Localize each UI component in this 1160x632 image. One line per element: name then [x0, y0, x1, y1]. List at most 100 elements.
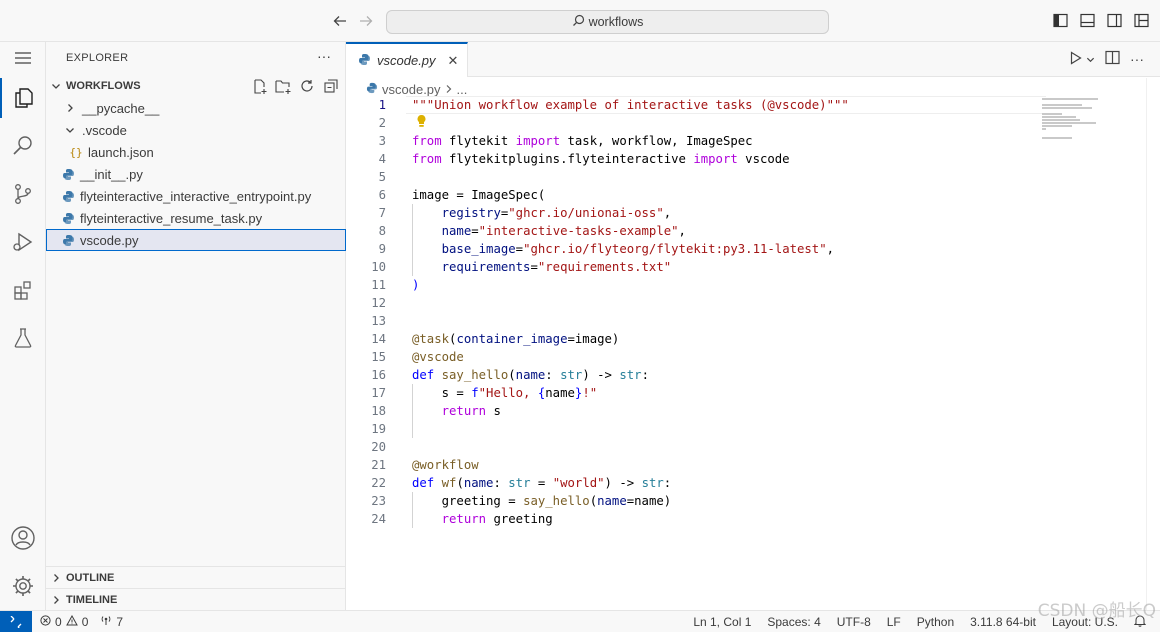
ports-indicator[interactable]: 7 [100, 614, 123, 629]
chevron-down-icon [62, 122, 78, 138]
workspace-title: WORKFLOWS [66, 80, 141, 92]
code-line: 21 @workflow [371, 458, 479, 472]
warning-count: 0 [81, 614, 89, 629]
tab-bar: vscode.py ✕ ··· [346, 42, 1160, 77]
code-line: 7 registry="ghcr.io/unionai-oss", [378, 206, 672, 220]
line-ending[interactable]: LF [887, 615, 901, 629]
explorer-icon[interactable] [0, 78, 46, 118]
testing-icon[interactable] [0, 318, 46, 358]
tab-vscode-py[interactable]: vscode.py ✕ [346, 42, 468, 77]
tree-item-launch-json[interactable]: {} launch.json [46, 141, 346, 163]
code-line: 20 [371, 440, 386, 454]
code-line: 10 requirements="requirements.txt" [371, 260, 672, 274]
code-line: 6 image = ImageSpec( [378, 188, 546, 202]
code-line: 18 return s [371, 404, 501, 418]
tree-item-label: vscode.py [80, 232, 139, 248]
toggle-panel-icon[interactable] [1079, 12, 1096, 29]
workspace-actions [250, 75, 340, 97]
code-line: 17 s = f"Hello, {name}!" [371, 386, 598, 400]
code-line: 8 name="interactive-tasks-example", [378, 224, 686, 238]
explorer-title: EXPLORER [66, 52, 129, 64]
python-file-icon [60, 210, 76, 226]
more-actions-icon[interactable]: ··· [1130, 51, 1144, 67]
tree-item-label: .vscode [82, 122, 127, 138]
editor-area: vscode.py ✕ ··· vscode.py ... 1 """Union … [346, 42, 1160, 610]
timeline-title: TIMELINE [66, 594, 118, 606]
python-file-icon [60, 166, 76, 182]
command-center[interactable]: workflows [386, 10, 829, 34]
run-debug-icon[interactable] [0, 222, 46, 262]
toggle-primary-sidebar-icon[interactable] [1052, 12, 1069, 29]
tree-item-vscode-folder[interactable]: .vscode [46, 119, 346, 141]
code-line: 11) [371, 278, 420, 292]
lightbulb-icon[interactable] [416, 114, 427, 133]
python-file-icon [60, 188, 76, 204]
search-view-icon[interactable] [0, 126, 46, 166]
remote-indicator-icon[interactable] [0, 610, 32, 632]
broadcast-icon [100, 614, 112, 629]
new-file-icon[interactable] [250, 77, 268, 95]
python-file-icon [60, 232, 76, 248]
indentation[interactable]: Spaces: 4 [767, 615, 820, 629]
collapse-all-icon[interactable] [322, 77, 340, 95]
layout-controls [1052, 12, 1150, 29]
back-arrow-icon[interactable] [330, 11, 350, 31]
tree-item-label: __init__.py [80, 166, 143, 182]
tree-item-vscode-py[interactable]: vscode.py [46, 229, 346, 251]
python-interpreter[interactable]: 3.11.8 64-bit [970, 615, 1036, 629]
code-line: 19 [371, 422, 386, 436]
chevron-down-icon[interactable] [1086, 52, 1095, 67]
json-file-icon: {} [69, 145, 83, 159]
forward-arrow-icon[interactable] [356, 11, 376, 31]
chevron-right-icon [46, 573, 66, 583]
tree-item-init-py[interactable]: __init__.py [46, 163, 346, 185]
explorer-more-actions[interactable]: ··· [317, 48, 331, 64]
tree-item-entrypoint-py[interactable]: flyteinteractive_interactive_entrypoint.… [46, 185, 346, 207]
chevron-right-icon [46, 595, 66, 605]
tree-item-resume-task-py[interactable]: flyteinteractive_resume_task.py [46, 207, 346, 229]
tree-item-label: flyteinteractive_interactive_entrypoint.… [80, 188, 312, 204]
encoding[interactable]: UTF-8 [837, 615, 871, 629]
tree-item-label: flyteinteractive_resume_task.py [80, 210, 263, 226]
code-line: 14 @task(container_image=image) [371, 332, 620, 346]
accounts-icon[interactable] [0, 518, 46, 558]
problems-indicator[interactable]: 0 0 [40, 614, 89, 629]
language-mode[interactable]: Python [917, 615, 954, 629]
customize-layout-icon[interactable] [1133, 12, 1150, 29]
warning-icon [65, 614, 78, 629]
workspace-section-header[interactable]: WORKFLOWS [46, 75, 346, 97]
toggle-secondary-sidebar-icon[interactable] [1106, 12, 1123, 29]
split-editor-icon[interactable] [1105, 50, 1120, 68]
close-icon[interactable]: ✕ [448, 53, 459, 69]
python-file-icon [366, 82, 378, 97]
code-line: 1 """Union workflow example of interactiv… [378, 98, 849, 112]
tree-item-label: __pycache__ [82, 100, 160, 116]
source-control-icon[interactable] [0, 174, 46, 214]
title-bar: workflows [0, 0, 1160, 42]
tree-item-pycache[interactable]: __pycache__ [46, 97, 346, 119]
code-line: 23 greeting = say_hello(name=name) [371, 494, 672, 508]
vertical-scrollbar[interactable] [1146, 78, 1160, 610]
new-folder-icon[interactable] [274, 77, 292, 95]
chevron-right-icon [445, 82, 453, 97]
minimap[interactable] [1042, 98, 1102, 148]
chevron-right-icon [62, 100, 78, 116]
tree-item-label: launch.json [88, 144, 154, 160]
timeline-section-header[interactable]: TIMELINE [46, 589, 346, 611]
outline-section-header[interactable]: OUTLINE [46, 567, 346, 589]
manage-gear-icon[interactable] [0, 566, 46, 606]
breadcrumb-file[interactable]: vscode.py [382, 82, 441, 97]
chevron-down-icon [46, 81, 66, 91]
code-line: 5 [378, 170, 386, 184]
command-center-label: workflows [588, 15, 644, 29]
extensions-icon[interactable] [0, 270, 46, 310]
run-icon[interactable] [1070, 50, 1082, 68]
watermark: CSDN @船长Q [1037, 601, 1156, 621]
activity-bar [0, 42, 46, 610]
refresh-icon[interactable] [298, 77, 316, 95]
menu-icon[interactable] [0, 38, 46, 78]
breadcrumb-symbol[interactable]: ... [457, 82, 468, 97]
cursor-position[interactable]: Ln 1, Col 1 [693, 615, 751, 629]
code-line: 13 [371, 314, 386, 328]
code-line: 12 [371, 296, 386, 310]
